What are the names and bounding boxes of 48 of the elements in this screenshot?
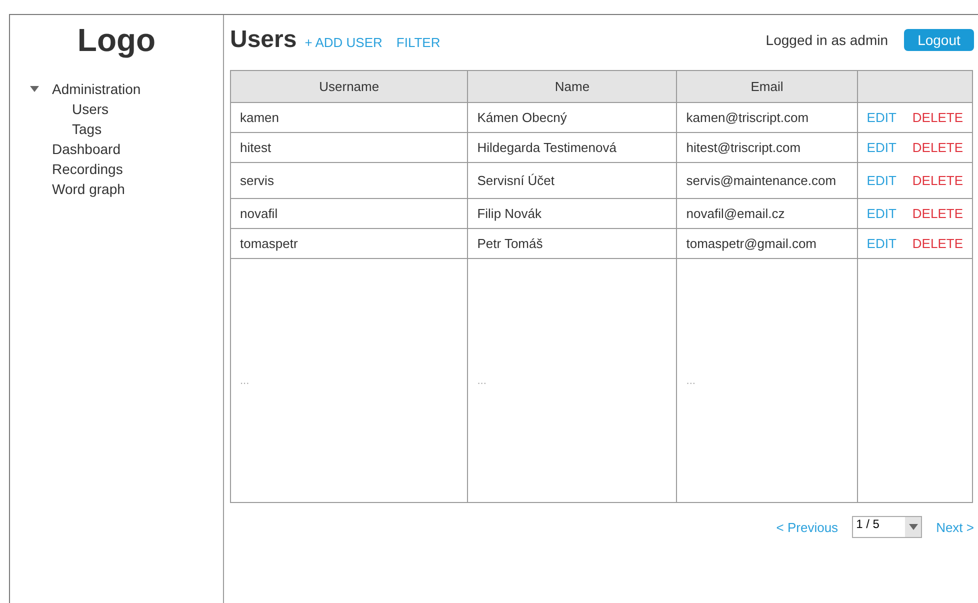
table-cell: ... bbox=[230, 258, 468, 502]
table-cell: hitest@triscript.com bbox=[676, 132, 858, 162]
previous-link[interactable]: < Previous bbox=[776, 520, 838, 534]
header-link[interactable]: FILTER bbox=[396, 34, 440, 50]
table-cell: Kámen Obecný bbox=[468, 102, 677, 132]
row-action-link[interactable]: EDIT bbox=[866, 173, 896, 188]
sidebar-item[interactable]: Users bbox=[72, 101, 109, 117]
row-action-link[interactable]: DELETE bbox=[912, 140, 963, 155]
page-title: Users bbox=[230, 26, 297, 54]
table-cell: ... bbox=[676, 258, 858, 502]
sidebar-item[interactable]: Tags bbox=[72, 121, 102, 137]
column-header: Name bbox=[468, 70, 677, 102]
sidebar-item[interactable]: Word graph bbox=[52, 181, 125, 197]
table-cell: tomaspetr bbox=[230, 228, 468, 258]
sidebar-item[interactable]: Recordings bbox=[52, 161, 123, 177]
table-cell: kamen@triscript.com bbox=[676, 102, 858, 132]
column-header: Email bbox=[676, 70, 858, 102]
logo: Logo bbox=[76, 21, 157, 59]
row-action-link[interactable]: DELETE bbox=[912, 173, 963, 188]
header-link[interactable]: + ADD USER bbox=[304, 34, 382, 50]
table-cell: ... bbox=[468, 258, 677, 502]
table-cell: tomaspetr@gmail.com bbox=[676, 228, 858, 258]
row-action-link[interactable]: EDIT bbox=[866, 236, 896, 251]
table-cell: novafil@email.cz bbox=[676, 198, 858, 228]
dropdown-arrow-icon bbox=[908, 524, 918, 530]
table-cell: Petr Tomáš bbox=[468, 228, 677, 258]
logout-button[interactable]: Logout bbox=[904, 29, 974, 51]
logged-in-text: Logged in as admin bbox=[766, 32, 888, 48]
table-cell: Filip Novák bbox=[468, 198, 677, 228]
row-action-link[interactable]: DELETE bbox=[912, 236, 963, 251]
row-action-link[interactable]: DELETE bbox=[912, 110, 963, 125]
next-link[interactable]: Next > bbox=[936, 520, 974, 534]
sidebar-item[interactable]: Administration bbox=[52, 81, 141, 97]
table-cell: Servisní Účet bbox=[468, 162, 677, 198]
table-cell: servis@maintenance.com bbox=[676, 162, 858, 198]
expand-arrow-icon[interactable] bbox=[30, 86, 39, 92]
row-action-link[interactable]: DELETE bbox=[912, 206, 963, 221]
page-select[interactable]: 1 / 5 bbox=[852, 516, 922, 538]
row-action-link[interactable]: EDIT bbox=[866, 140, 896, 155]
sidebar-item[interactable]: Dashboard bbox=[52, 141, 120, 157]
table-cell: servis bbox=[230, 162, 468, 198]
table-cell: hitest bbox=[230, 132, 468, 162]
table-cell: Hildegarda Testimenová bbox=[468, 132, 677, 162]
row-action-link[interactable]: EDIT bbox=[866, 206, 896, 221]
row-action-link[interactable]: EDIT bbox=[866, 110, 896, 125]
table-cell: novafil bbox=[230, 198, 468, 228]
table-cell: kamen bbox=[230, 102, 468, 132]
column-header: Username bbox=[230, 70, 468, 102]
